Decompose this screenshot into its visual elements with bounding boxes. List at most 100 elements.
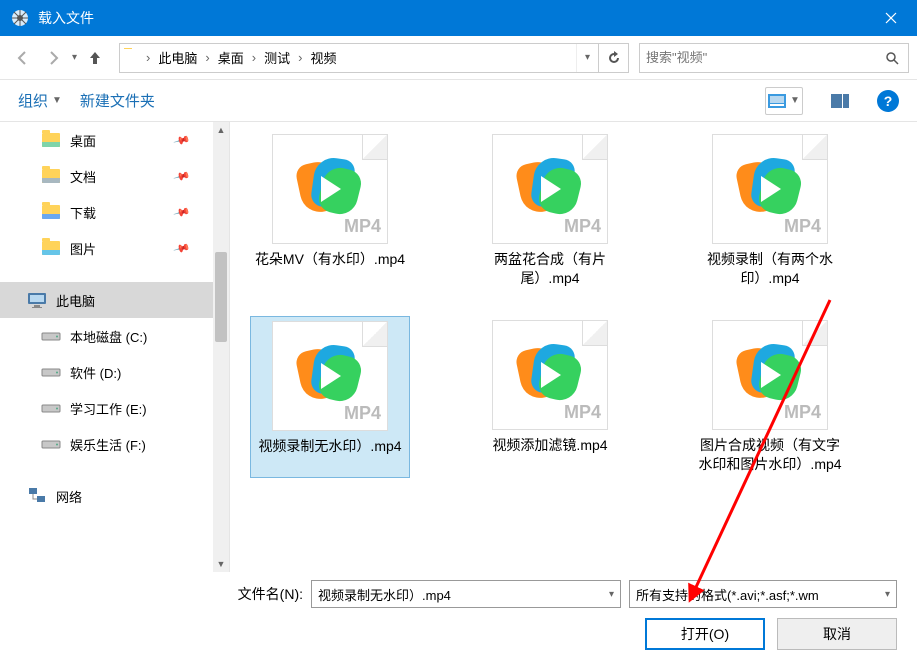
file-name: 图片合成视频（有文字水印和图片水印）.mp4: [694, 436, 846, 474]
tree-item[interactable]: 文档 📌: [0, 158, 213, 194]
folder-icon: [40, 238, 62, 258]
sidebar-scrollbar[interactable]: ▲ ▼: [213, 122, 229, 572]
open-button[interactable]: 打开(O): [645, 618, 765, 650]
up-button[interactable]: [81, 44, 109, 72]
video-play-icon: [295, 341, 365, 411]
folder-icon: [124, 49, 142, 67]
drive-icon: [40, 434, 62, 454]
address-dropdown-icon[interactable]: ▾: [576, 44, 598, 72]
tree-item[interactable]: 网络: [0, 478, 213, 514]
tree-item-label: 娱乐生活 (F:): [70, 435, 146, 454]
filter-value: 所有支持的格式(*.avi;*.asf;*.wm: [636, 585, 819, 604]
file-name: 花朵MV（有水印）.mp4: [255, 250, 405, 269]
pin-icon: 📌: [173, 167, 191, 185]
search-box[interactable]: [639, 43, 909, 73]
file-thumbnail: MP4: [272, 134, 388, 244]
filetype-filter[interactable]: 所有支持的格式(*.avi;*.asf;*.wm ▾: [629, 580, 897, 608]
chevron-right-icon: ›: [203, 50, 211, 65]
file-format-label: MP4: [564, 402, 601, 423]
forward-button[interactable]: [40, 44, 68, 72]
video-play-icon: [515, 154, 585, 224]
body: 桌面📌文档📌下载📌图片📌此电脑本地磁盘 (C:)软件 (D:)学习工作 (E:)…: [0, 122, 917, 572]
search-icon[interactable]: [882, 51, 902, 65]
new-folder-button[interactable]: 新建文件夹: [80, 90, 155, 111]
tree-item-label: 网络: [56, 487, 82, 506]
breadcrumb: › 此电脑 › 桌面 › 测试 › 视频: [120, 48, 576, 67]
tree-item[interactable]: 软件 (D:): [0, 354, 213, 390]
tree-item[interactable]: 娱乐生活 (F:): [0, 426, 213, 462]
sidebar: 桌面📌文档📌下载📌图片📌此电脑本地磁盘 (C:)软件 (D:)学习工作 (E:)…: [0, 122, 230, 572]
tree-item-label: 软件 (D:): [70, 363, 121, 382]
tree-item[interactable]: 此电脑: [0, 282, 213, 318]
scroll-up-icon[interactable]: ▲: [213, 122, 229, 138]
folder-icon: [40, 166, 62, 186]
chevron-right-icon: ›: [144, 50, 152, 65]
file-format-label: MP4: [784, 216, 821, 237]
file-item[interactable]: MP4 两盆花合成（有片尾）.mp4: [470, 130, 630, 292]
refresh-button[interactable]: [598, 44, 628, 72]
close-button[interactable]: [868, 0, 913, 36]
drive-icon: [40, 362, 62, 382]
file-thumbnail: MP4: [712, 320, 828, 430]
breadcrumb-item[interactable]: 桌面: [212, 48, 250, 67]
file-item[interactable]: MP4 视频录制（有两个水印）.mp4: [690, 130, 850, 292]
breadcrumb-item[interactable]: 测试: [258, 48, 296, 67]
file-name: 视频添加滤镜.mp4: [492, 436, 607, 455]
tree-item[interactable]: 学习工作 (E:): [0, 390, 213, 426]
file-name: 视频录制无水印）.mp4: [258, 437, 401, 456]
file-thumbnail: MP4: [492, 320, 608, 430]
file-item[interactable]: MP4 视频录制无水印）.mp4: [250, 316, 410, 478]
tree-item[interactable]: 图片 📌: [0, 230, 213, 266]
video-play-icon: [515, 340, 585, 410]
tree-item-label: 本地磁盘 (C:): [70, 327, 147, 346]
video-play-icon: [735, 340, 805, 410]
pin-icon: 📌: [173, 203, 191, 221]
filename-input[interactable]: 视频录制无水印）.mp4 ▾: [311, 580, 621, 608]
view-mode-button[interactable]: ▼: [765, 87, 803, 115]
tree-item[interactable]: 本地磁盘 (C:): [0, 318, 213, 354]
file-item[interactable]: MP4 图片合成视频（有文字水印和图片水印）.mp4: [690, 316, 850, 478]
pin-icon: 📌: [173, 239, 191, 257]
filename-label: 文件名(N):: [238, 584, 303, 604]
tree-item-label: 学习工作 (E:): [70, 399, 147, 418]
file-format-label: MP4: [344, 216, 381, 237]
pin-icon: 📌: [173, 131, 191, 149]
address-bar[interactable]: › 此电脑 › 桌面 › 测试 › 视频 ▾: [119, 43, 629, 73]
breadcrumb-item[interactable]: 视频: [304, 48, 342, 67]
preview-pane-button[interactable]: [821, 87, 859, 115]
drive-icon: [40, 398, 62, 418]
file-name: 两盆花合成（有片尾）.mp4: [474, 250, 626, 288]
tree-item[interactable]: 下载📌: [0, 194, 213, 230]
back-button[interactable]: [8, 44, 36, 72]
file-format-label: MP4: [784, 402, 821, 423]
tree-item-label: 桌面: [70, 131, 96, 150]
file-format-label: MP4: [344, 403, 381, 424]
drive-icon: [40, 326, 62, 346]
breadcrumb-item[interactable]: 此电脑: [152, 48, 203, 67]
tree-item-label: 图片: [70, 239, 96, 258]
file-item[interactable]: MP4 视频添加滤镜.mp4: [470, 316, 630, 478]
help-button[interactable]: ?: [877, 90, 899, 112]
tree-item-label: 文档: [70, 167, 96, 186]
search-input[interactable]: [646, 50, 882, 65]
network-icon: [26, 486, 48, 506]
organize-button[interactable]: 组织 ▼: [18, 90, 62, 111]
chevron-down-icon[interactable]: ▾: [609, 589, 614, 600]
scroll-down-icon[interactable]: ▼: [213, 556, 229, 572]
file-format-label: MP4: [564, 216, 601, 237]
app-icon: [10, 8, 30, 28]
cancel-button[interactable]: 取消: [777, 618, 897, 650]
file-name: 视频录制（有两个水印）.mp4: [694, 250, 846, 288]
footer: 文件名(N): 视频录制无水印）.mp4 ▾ 所有支持的格式(*.avi;*.a…: [0, 572, 917, 666]
file-grid: MP4 花朵MV（有水印）.mp4 MP4 两盆花合成（有片尾）.mp4 MP4…: [230, 122, 917, 572]
window-title: 载入文件: [38, 8, 868, 28]
file-thumbnail: MP4: [492, 134, 608, 244]
scroll-thumb[interactable]: [215, 252, 227, 342]
file-item[interactable]: MP4 花朵MV（有水印）.mp4: [250, 130, 410, 292]
history-dropdown-icon[interactable]: ▾: [72, 52, 77, 63]
folder-icon: [40, 202, 62, 222]
title-bar: 载入文件: [0, 0, 917, 36]
chevron-down-icon[interactable]: ▾: [885, 589, 890, 600]
tree-item[interactable]: 桌面 📌: [0, 122, 213, 158]
pc-icon: [26, 290, 48, 310]
